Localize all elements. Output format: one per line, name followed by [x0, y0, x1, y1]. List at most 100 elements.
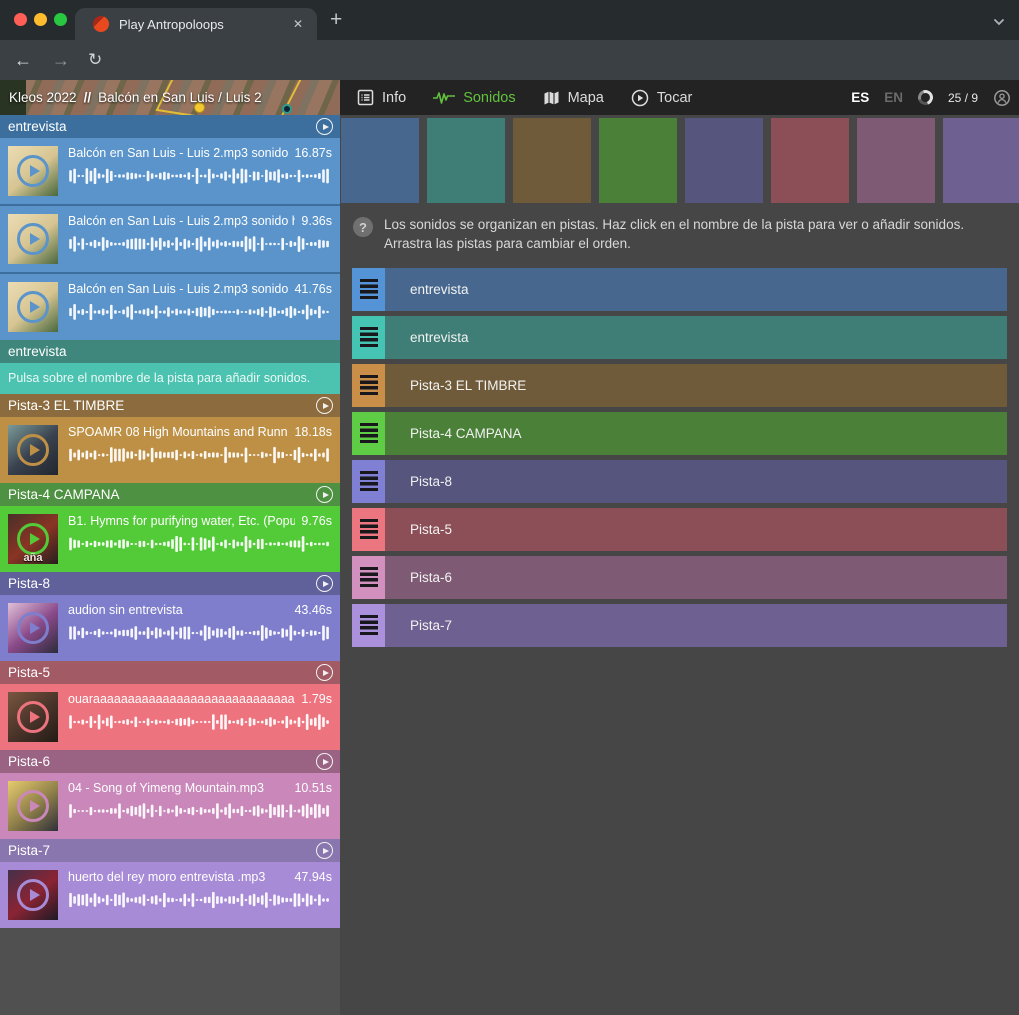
track-row-label: Pista-4 CAMPANA	[410, 426, 522, 441]
track-name: Pista-3 EL TIMBRE	[8, 398, 124, 413]
drag-handle[interactable]	[352, 268, 385, 311]
clip-thumbnail[interactable]	[8, 781, 58, 831]
drag-handle[interactable]	[352, 364, 385, 407]
clip-thumbnail[interactable]	[8, 146, 58, 196]
drag-handle[interactable]	[352, 604, 385, 647]
app-nav: Info Sonidos Mapa Tocar	[357, 80, 692, 115]
audio-clip[interactable]: huerto del rey moro entrevista .mp3 47.9…	[0, 862, 340, 928]
track-play-button[interactable]	[316, 397, 333, 414]
clip-main: Balcón en San Luis - Luis 2.mp3 sonido h…	[68, 214, 332, 264]
clip-thumbnail[interactable]	[8, 870, 58, 920]
nav-item-tocar[interactable]: Tocar	[631, 89, 692, 107]
clip-play-icon[interactable]	[17, 434, 49, 466]
track-header[interactable]: Pista-6	[0, 750, 340, 773]
track-row[interactable]: entrevista	[352, 268, 1007, 311]
clip-thumbnail[interactable]: aña	[8, 514, 58, 564]
clip-title: huerto del rey moro entrevista .mp3	[68, 870, 288, 884]
track-play-button[interactable]	[316, 575, 333, 592]
nav-item-sonidos[interactable]: Sonidos	[433, 90, 515, 106]
track-row[interactable]: Pista-8	[352, 460, 1007, 503]
audio-clip[interactable]: SPOAMR 08 High Mountains and Running ...…	[0, 417, 340, 483]
clip-main: B1. Hymns for purifying water, Etc. (Pop…	[68, 514, 332, 564]
audio-clip[interactable]: 04 - Song of Yimeng Mountain.mp3 10.51s	[0, 773, 340, 839]
clip-play-icon[interactable]	[17, 612, 49, 644]
clip-thumbnail[interactable]	[8, 692, 58, 742]
clip-main: Balcón en San Luis - Luis 2.mp3 sonido h…	[68, 146, 332, 196]
back-button[interactable]: ←	[14, 47, 32, 73]
new-tab-button[interactable]: +	[330, 9, 342, 31]
grip-icon	[360, 327, 378, 347]
tab-close-icon[interactable]: ✕	[289, 15, 307, 33]
account-icon[interactable]	[993, 89, 1011, 107]
clip-play-icon[interactable]	[17, 790, 49, 822]
clip-thumbnail[interactable]	[8, 214, 58, 264]
track-row[interactable]: Pista-4 CAMPANA	[352, 412, 1007, 455]
track-color-strip	[341, 118, 1019, 203]
track-row-label: Pista-8	[410, 474, 452, 489]
track-row[interactable]: Pista-3 EL TIMBRE	[352, 364, 1007, 407]
track-row[interactable]: entrevista	[352, 316, 1007, 359]
clip-play-icon[interactable]	[17, 155, 49, 187]
audio-clip[interactable]: aña B1. Hymns for purifying water, Etc. …	[0, 506, 340, 572]
clip-thumbnail[interactable]	[8, 282, 58, 332]
clip-waveform	[68, 235, 332, 253]
track-color-swatch	[943, 118, 1019, 203]
audio-clip[interactable]: Balcón en San Luis - Luis 2.mp3 sonido h…	[0, 274, 340, 340]
track-row[interactable]: Pista-5	[352, 508, 1007, 551]
clip-play-icon[interactable]	[17, 291, 49, 323]
reload-button[interactable]: ↻	[88, 47, 102, 73]
sidebar-track-section: Pista-4 CAMPANA aña B1. Hymns for purify…	[0, 483, 340, 572]
track-name: entrevista	[8, 344, 67, 359]
track-row-label: entrevista	[410, 282, 469, 297]
track-header[interactable]: entrevista	[0, 115, 340, 138]
track-color-swatch	[685, 118, 763, 203]
track-play-button[interactable]	[316, 486, 333, 503]
breadcrumb-project: Kleos 2022	[9, 90, 77, 105]
browser-tab[interactable]: Play Antropoloops ✕	[75, 8, 317, 40]
clip-play-icon[interactable]	[17, 223, 49, 255]
audio-clip[interactable]: ouaraaaaaaaaaaaaaaaaaaaaaaaaaaaaaaaaaaaa…	[0, 684, 340, 750]
track-header[interactable]: entrevista	[0, 340, 340, 363]
loading-spinner	[916, 88, 936, 108]
window-close-button[interactable]	[14, 13, 27, 26]
lang-toggle-en[interactable]: EN	[884, 90, 903, 105]
clip-waveform	[68, 891, 332, 909]
forward-button[interactable]: →	[52, 47, 70, 73]
drag-handle[interactable]	[352, 412, 385, 455]
track-header[interactable]: Pista-4 CAMPANA	[0, 483, 340, 506]
window-minimize-button[interactable]	[34, 13, 47, 26]
drag-handle[interactable]	[352, 556, 385, 599]
track-play-button[interactable]	[316, 664, 333, 681]
clip-list: SPOAMR 08 High Mountains and Running ...…	[0, 417, 340, 483]
track-play-button[interactable]	[316, 753, 333, 770]
window-zoom-button[interactable]	[54, 13, 67, 26]
clip-play-icon[interactable]	[17, 879, 49, 911]
clip-title: Balcón en San Luis - Luis 2.mp3 sonido h…	[68, 214, 295, 228]
clip-thumbnail[interactable]	[8, 603, 58, 653]
track-row[interactable]: Pista-7	[352, 604, 1007, 647]
nav-item-info[interactable]: Info	[357, 89, 406, 106]
help-row: ? Los sonidos se organizan en pistas. Ha…	[353, 216, 1005, 254]
track-header[interactable]: Pista-3 EL TIMBRE	[0, 394, 340, 417]
track-header[interactable]: Pista-8	[0, 572, 340, 595]
track-play-button[interactable]	[316, 118, 333, 135]
clip-play-icon[interactable]	[17, 701, 49, 733]
clip-play-icon[interactable]	[17, 523, 49, 555]
track-play-button[interactable]	[316, 842, 333, 859]
clip-thumbnail[interactable]	[8, 425, 58, 475]
drag-handle[interactable]	[352, 316, 385, 359]
drag-handle[interactable]	[352, 508, 385, 551]
track-header[interactable]: Pista-5	[0, 661, 340, 684]
audio-clip[interactable]: audion sin entrevista 43.46s	[0, 595, 340, 661]
clip-duration: 1.79s	[301, 692, 332, 706]
drag-handle[interactable]	[352, 460, 385, 503]
track-row[interactable]: Pista-6	[352, 556, 1007, 599]
audio-clip[interactable]: Balcón en San Luis - Luis 2.mp3 sonido h…	[0, 206, 340, 272]
tab-search-chevron-icon[interactable]	[991, 14, 1007, 30]
lang-toggle-es[interactable]: ES	[851, 90, 869, 105]
audio-clip[interactable]: Balcón en San Luis - Luis 2.mp3 sonido h…	[0, 138, 340, 204]
nav-item-mapa[interactable]: Mapa	[543, 90, 604, 106]
clip-title: 04 - Song of Yimeng Mountain.mp3	[68, 781, 288, 795]
track-header[interactable]: Pista-7	[0, 839, 340, 862]
clip-duration: 9.36s	[301, 214, 332, 228]
